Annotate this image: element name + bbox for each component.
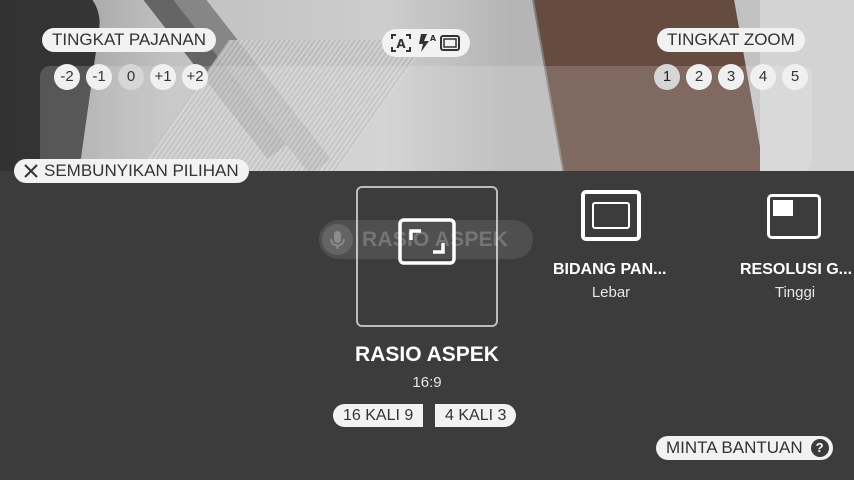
aspect-ratio-icon xyxy=(398,218,456,265)
close-icon xyxy=(24,164,38,178)
exposure-level-button[interactable]: -2 xyxy=(54,64,80,90)
svg-text:A: A xyxy=(396,37,406,51)
zoom-level-button[interactable]: 4 xyxy=(750,64,776,90)
exposure-level-button[interactable]: -1 xyxy=(86,64,112,90)
hide-options-button[interactable]: SEMBUNYIKAN PILIHAN xyxy=(14,159,249,183)
exposure-label: TINGKAT PAJANAN xyxy=(42,28,216,52)
microphone-icon xyxy=(322,224,353,255)
selected-option-value: 16:9 xyxy=(412,374,442,391)
option-title-field-of-view[interactable]: BIDANG PAN... xyxy=(553,261,666,279)
help-icon: ? xyxy=(810,439,829,457)
svg-text:A: A xyxy=(430,34,437,43)
zoom-level-button[interactable]: 2 xyxy=(686,64,712,90)
quick-settings-bar[interactable]: A A xyxy=(382,29,470,57)
ratio-4-3-button[interactable]: 4 KALI 3 xyxy=(435,404,517,427)
zoom-level-button[interactable]: 3 xyxy=(718,64,744,90)
aspect-frame-icon[interactable] xyxy=(439,33,461,53)
selected-option-title: RASIO ASPEK xyxy=(355,343,499,366)
option-title-resolution[interactable]: RESOLUSI G... xyxy=(740,261,852,279)
exposure-level-button[interactable]: +1 xyxy=(150,64,176,90)
option-value-resolution: Tinggi xyxy=(774,284,816,301)
exposure-level-button[interactable]: 0 xyxy=(118,64,144,90)
help-button[interactable]: MINTA BANTUAN ? xyxy=(656,436,833,460)
resolution-icon[interactable] xyxy=(767,194,821,239)
wide-field-icon[interactable] xyxy=(581,190,641,241)
hide-options-label: SEMBUNYIKAN PILIHAN xyxy=(44,161,239,180)
help-label: MINTA BANTUAN xyxy=(666,438,803,457)
flash-auto-icon[interactable]: A xyxy=(415,33,437,53)
zoom-label: TINGKAT ZOOM xyxy=(657,28,805,52)
ratio-16-9-button[interactable]: 16 KALI 9 xyxy=(333,404,424,427)
exposure-level-button[interactable]: +2 xyxy=(182,64,208,90)
option-value-field-of-view: Lebar xyxy=(591,284,631,301)
zoom-level-button[interactable]: 5 xyxy=(782,64,808,90)
auto-scene-icon[interactable]: A xyxy=(390,33,412,53)
zoom-level-button[interactable]: 1 xyxy=(654,64,680,90)
